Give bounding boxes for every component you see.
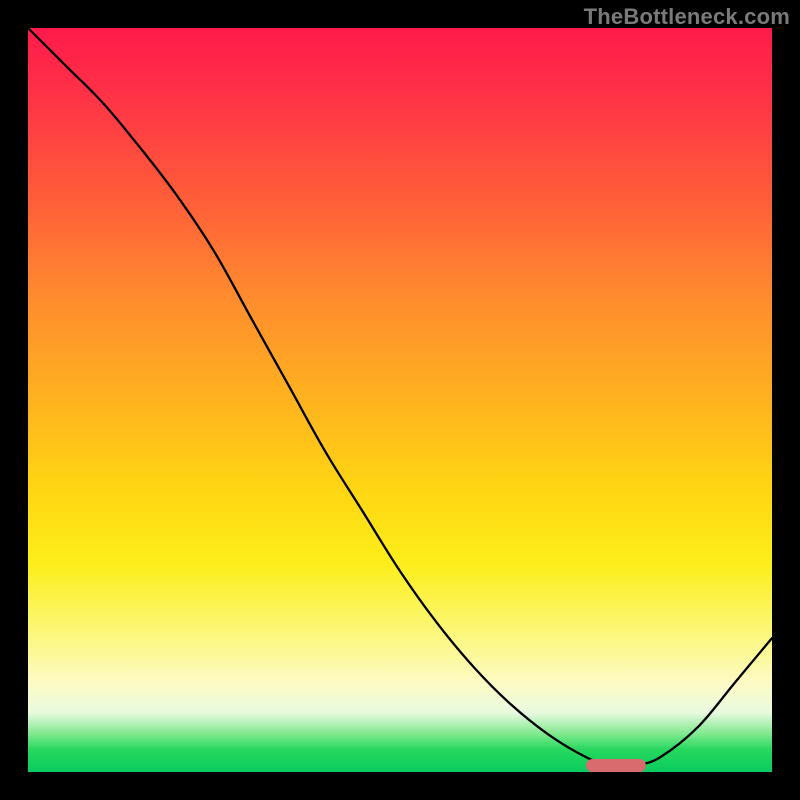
plot-area — [28, 28, 772, 772]
optimal-range-marker — [586, 759, 646, 772]
bottleneck-curve — [28, 28, 772, 772]
chart-frame: TheBottleneck.com — [0, 0, 800, 800]
watermark-text: TheBottleneck.com — [584, 4, 790, 30]
